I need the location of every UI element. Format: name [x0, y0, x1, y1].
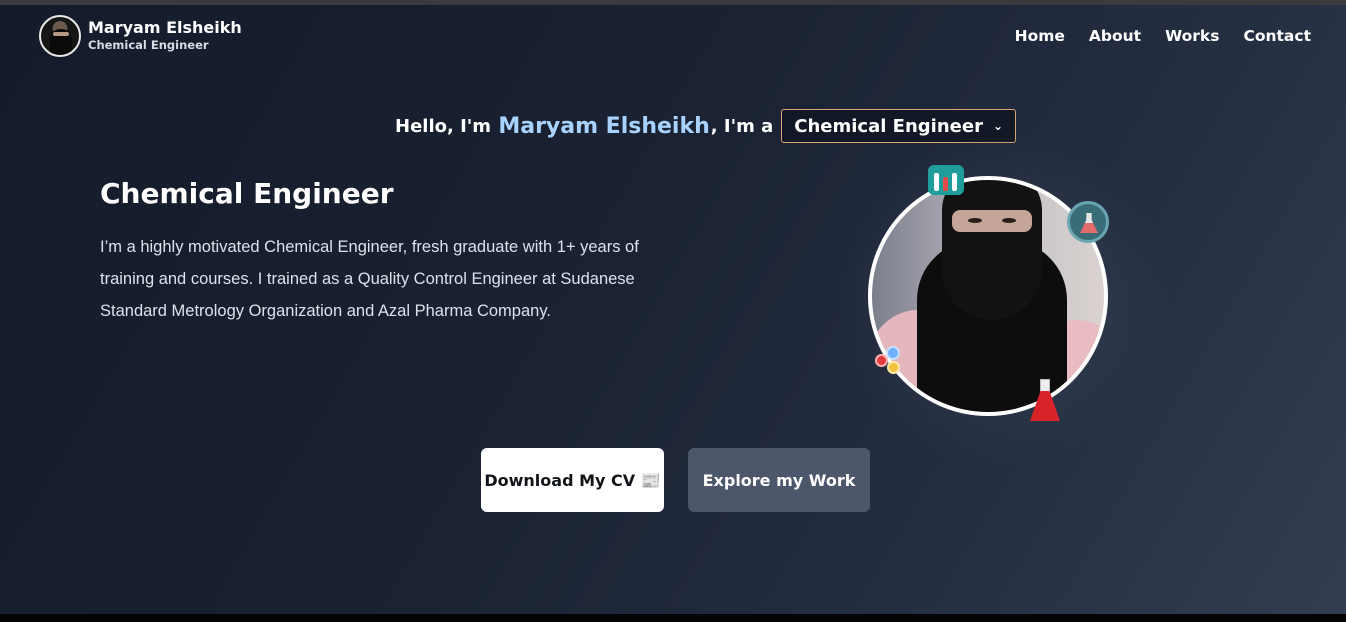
explore-work-button[interactable]: Explore my Work	[688, 448, 870, 512]
nav-about-link[interactable]: About	[1089, 27, 1141, 45]
brand-subtitle: Chemical Engineer	[88, 38, 209, 53]
nav-works-link[interactable]: Works	[1165, 27, 1219, 45]
molecule-icon	[874, 345, 908, 379]
download-cv-button[interactable]: Download My CV 📰	[481, 448, 664, 512]
hero-description: I’m a highly motivated Chemical Engineer…	[100, 238, 639, 320]
greeting-suffix: , I'm a	[710, 115, 774, 137]
hero-page: Maryam Elsheikh Chemical Engineer Home A…	[0, 5, 1346, 614]
test-tubes-icon	[928, 165, 964, 195]
avatar	[39, 15, 81, 57]
chevron-down-icon: ⌄	[992, 119, 1004, 133]
flask-icon	[1067, 201, 1109, 243]
window-bottom-strip	[0, 614, 1346, 622]
erlenmeyer-flask-icon	[1028, 379, 1062, 423]
role-select-value: Chemical Engineer	[794, 115, 983, 137]
hero-title: Chemical Engineer	[100, 177, 394, 210]
nav-home-link[interactable]: Home	[1015, 27, 1065, 45]
greeting-line: Hello, I'm Maryam Elsheikh , I'm a Chemi…	[395, 109, 1017, 143]
greeting-name: Maryam Elsheikh	[498, 113, 710, 139]
brand-name: Maryam Elsheikh	[88, 18, 242, 38]
brand[interactable]: Maryam Elsheikh Chemical Engineer	[39, 15, 242, 57]
main-nav: Home About Works Contact	[1015, 27, 1311, 45]
nav-contact-link[interactable]: Contact	[1243, 27, 1311, 45]
greeting-prefix: Hello, I'm	[395, 115, 498, 137]
